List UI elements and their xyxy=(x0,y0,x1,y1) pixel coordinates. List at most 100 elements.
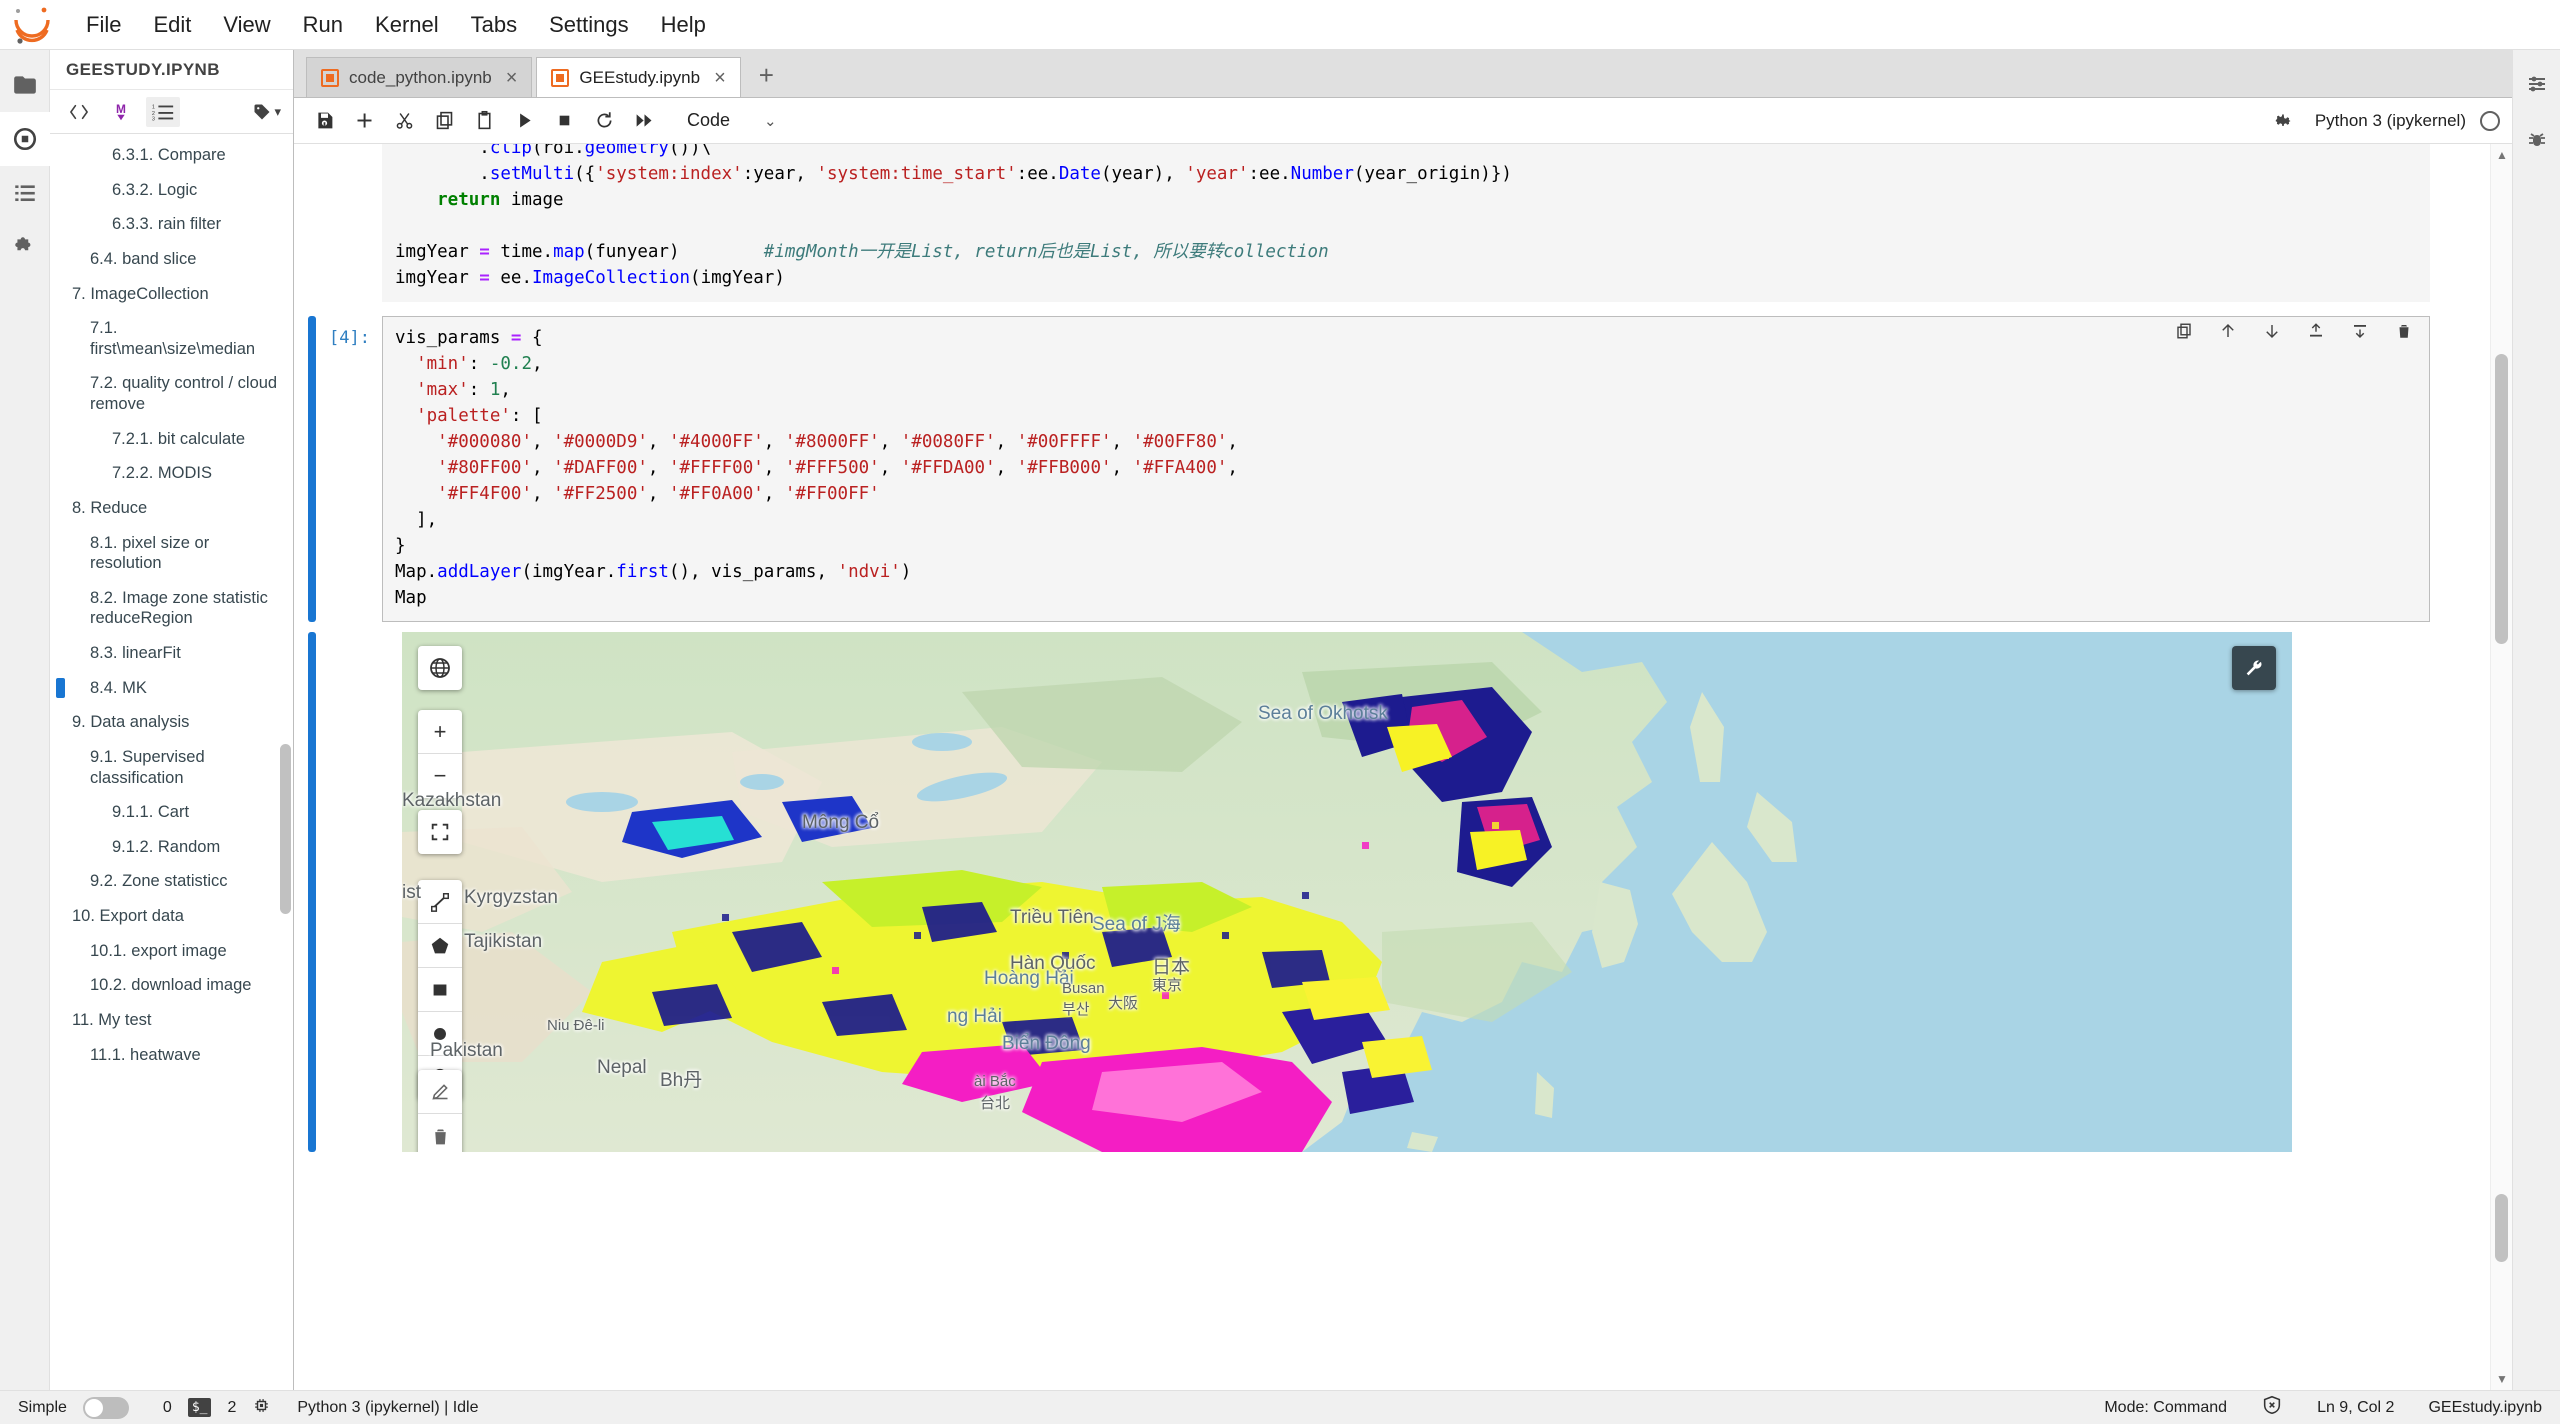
save-button[interactable] xyxy=(306,104,342,138)
toc-item[interactable]: 7.2. quality control / cloud remove xyxy=(50,366,293,421)
zoom-out-button[interactable]: − xyxy=(418,754,462,798)
terminal-count[interactable]: 2 xyxy=(227,1399,236,1417)
toc-item[interactable]: 10. Export data xyxy=(50,899,293,934)
toc-item[interactable]: 7. ImageCollection xyxy=(50,277,293,312)
delete-cell-button[interactable] xyxy=(2394,320,2414,342)
toc-item[interactable]: 11.1. heatwave xyxy=(50,1038,293,1073)
toc-item[interactable]: 6.3.1. Compare xyxy=(50,138,293,173)
scrollbar-thumb[interactable] xyxy=(2495,354,2508,644)
circle-icon[interactable] xyxy=(418,1012,462,1056)
toc-item[interactable]: 8. Reduce xyxy=(50,491,293,526)
notebook-cell[interactable]: [4]: vis_params = { 'min': -0.2, 'max': … xyxy=(294,314,2490,624)
menu-run[interactable]: Run xyxy=(287,6,359,44)
toc-item[interactable]: 10.2. download image xyxy=(50,968,293,1003)
cursor-position-label[interactable]: Ln 9, Col 2 xyxy=(2317,1399,2394,1417)
cut-button[interactable] xyxy=(386,104,422,138)
copy-button[interactable] xyxy=(426,104,462,138)
show-code-cells-button[interactable] xyxy=(62,97,96,127)
sidebar-item-extensions[interactable] xyxy=(0,220,50,274)
toc-item[interactable]: 9.1.2. Random xyxy=(50,830,293,865)
toc-item[interactable]: 7.2.1. bit calculate xyxy=(50,422,293,457)
menu-help[interactable]: Help xyxy=(645,6,722,44)
toggle-numbering-button[interactable]: 123 xyxy=(146,96,180,127)
toc-item[interactable]: 8.1. pixel size or resolution xyxy=(50,526,293,581)
duplicate-cell-button[interactable] xyxy=(2174,320,2194,342)
toc-item[interactable]: 11. My test xyxy=(50,1003,293,1038)
notebook-scrollbar[interactable]: ▲ ▼ xyxy=(2490,144,2512,1390)
toc-item[interactable]: 8.3. linearFit xyxy=(50,636,293,671)
kernel-count[interactable]: 0 xyxy=(163,1399,172,1417)
sidebar-item-running[interactable] xyxy=(0,112,50,166)
toc-item[interactable]: 6.3.2. Logic xyxy=(50,173,293,208)
move-cell-down-button[interactable] xyxy=(2262,320,2282,342)
toc-item[interactable]: 6.4. band slice xyxy=(50,242,293,277)
toc-item[interactable]: 9.2. Zone statisticc xyxy=(50,864,293,899)
notebook-cell[interactable]: .select(['NDVI'])\ .clip(roi.geometry())… xyxy=(294,144,2490,304)
globe-icon[interactable] xyxy=(418,646,462,690)
toc-tag-filter-button[interactable]: ▾ xyxy=(252,102,281,122)
insert-cell-above-button[interactable] xyxy=(2306,320,2326,342)
toc-list[interactable]: 6.3.1. Compare 6.3.2. Logic 6.3.3. rain fi… xyxy=(50,134,293,1390)
polyline-icon[interactable] xyxy=(418,880,462,924)
tab-code-python[interactable]: code_python.ipynb × xyxy=(306,57,533,97)
scrollbar-thumb-secondary[interactable] xyxy=(2495,1194,2508,1262)
terminal-icon[interactable]: $_ xyxy=(187,1398,212,1417)
toc-item[interactable]: 8.2. Image zone statistic reduceRegion xyxy=(50,581,293,636)
leaflet-map[interactable]: + − Kazakhstan Mông Cổ Kyrgyzstan Tajiki… xyxy=(402,632,2292,1152)
toc-item[interactable]: 10.1. export image xyxy=(50,934,293,969)
simple-mode-toggle[interactable] xyxy=(82,1396,129,1419)
trust-shield-icon[interactable] xyxy=(2261,1394,2283,1421)
map-toolbar-control[interactable] xyxy=(2232,646,2276,690)
scroll-down-arrow[interactable]: ▼ xyxy=(2491,1368,2512,1390)
map-edit-control[interactable] xyxy=(418,1070,462,1152)
cell-source[interactable]: .select(['NDVI'])\ .clip(roi.geometry())… xyxy=(382,144,2430,302)
tab-geestudy[interactable]: GEEstudy.ipynb × xyxy=(536,57,741,97)
show-markdown-cells-button[interactable]: M xyxy=(104,97,138,127)
edit-icon[interactable] xyxy=(418,1070,462,1114)
rectangle-icon[interactable] xyxy=(418,968,462,1012)
map-basemap-control[interactable] xyxy=(418,646,462,690)
cell-type-dropdown[interactable]: Code ⌄ xyxy=(676,106,784,135)
zoom-in-button[interactable]: + xyxy=(418,710,462,754)
close-icon[interactable]: × xyxy=(506,68,518,88)
insert-cell-below-button[interactable] xyxy=(2350,320,2370,342)
toc-item[interactable]: 9.1.1. Cart xyxy=(50,795,293,830)
kernel-status-text[interactable]: Python 3 (ipykernel) | Idle xyxy=(297,1399,478,1417)
toc-scrollbar[interactable] xyxy=(280,744,291,914)
run-button[interactable] xyxy=(506,104,542,138)
kernel-settings-button[interactable] xyxy=(2265,104,2301,138)
new-tab-button[interactable]: + xyxy=(745,60,788,97)
toc-item[interactable]: 9.1. Supervised classification xyxy=(50,740,293,795)
paste-button[interactable] xyxy=(466,104,502,138)
toc-item[interactable]: 9. Data analysis xyxy=(50,705,293,740)
map-fullscreen-control[interactable] xyxy=(418,810,462,854)
scroll-up-arrow[interactable]: ▲ xyxy=(2491,144,2512,166)
map-draw-control[interactable] xyxy=(418,880,462,1100)
cell-source[interactable]: vis_params = { 'min': -0.2, 'max': 1, 'p… xyxy=(382,316,2430,622)
stop-button[interactable] xyxy=(546,104,582,138)
restart-kernel-button[interactable] xyxy=(586,104,622,138)
map-zoom-control[interactable]: + − xyxy=(418,710,462,798)
property-inspector-button[interactable] xyxy=(2515,60,2559,108)
kernel-name-label[interactable]: Python 3 (ipykernel) xyxy=(2315,111,2466,131)
debugger-button[interactable] xyxy=(2515,116,2559,164)
toc-item[interactable]: 8.4. MK xyxy=(50,671,293,706)
polygon-icon[interactable] xyxy=(418,924,462,968)
menu-tabs[interactable]: Tabs xyxy=(455,6,533,44)
restart-run-all-button[interactable] xyxy=(626,104,662,138)
wrench-icon[interactable] xyxy=(2232,646,2276,690)
close-icon[interactable]: × xyxy=(714,68,726,88)
move-cell-up-button[interactable] xyxy=(2218,320,2238,342)
menu-settings[interactable]: Settings xyxy=(533,6,645,44)
notebook-mode-label[interactable]: Mode: Command xyxy=(2104,1399,2227,1417)
menu-view[interactable]: View xyxy=(207,6,286,44)
menu-edit[interactable]: Edit xyxy=(137,6,207,44)
kernel-chip-icon[interactable] xyxy=(252,1396,271,1420)
insert-cell-button[interactable] xyxy=(346,104,382,138)
menu-kernel[interactable]: Kernel xyxy=(359,6,455,44)
sidebar-item-file-browser[interactable] xyxy=(0,58,50,112)
sidebar-item-table-of-contents[interactable] xyxy=(0,166,50,220)
fullscreen-icon[interactable] xyxy=(418,810,462,854)
menu-file[interactable]: File xyxy=(70,6,137,44)
toc-item[interactable]: 7.2.2. MODIS xyxy=(50,456,293,491)
